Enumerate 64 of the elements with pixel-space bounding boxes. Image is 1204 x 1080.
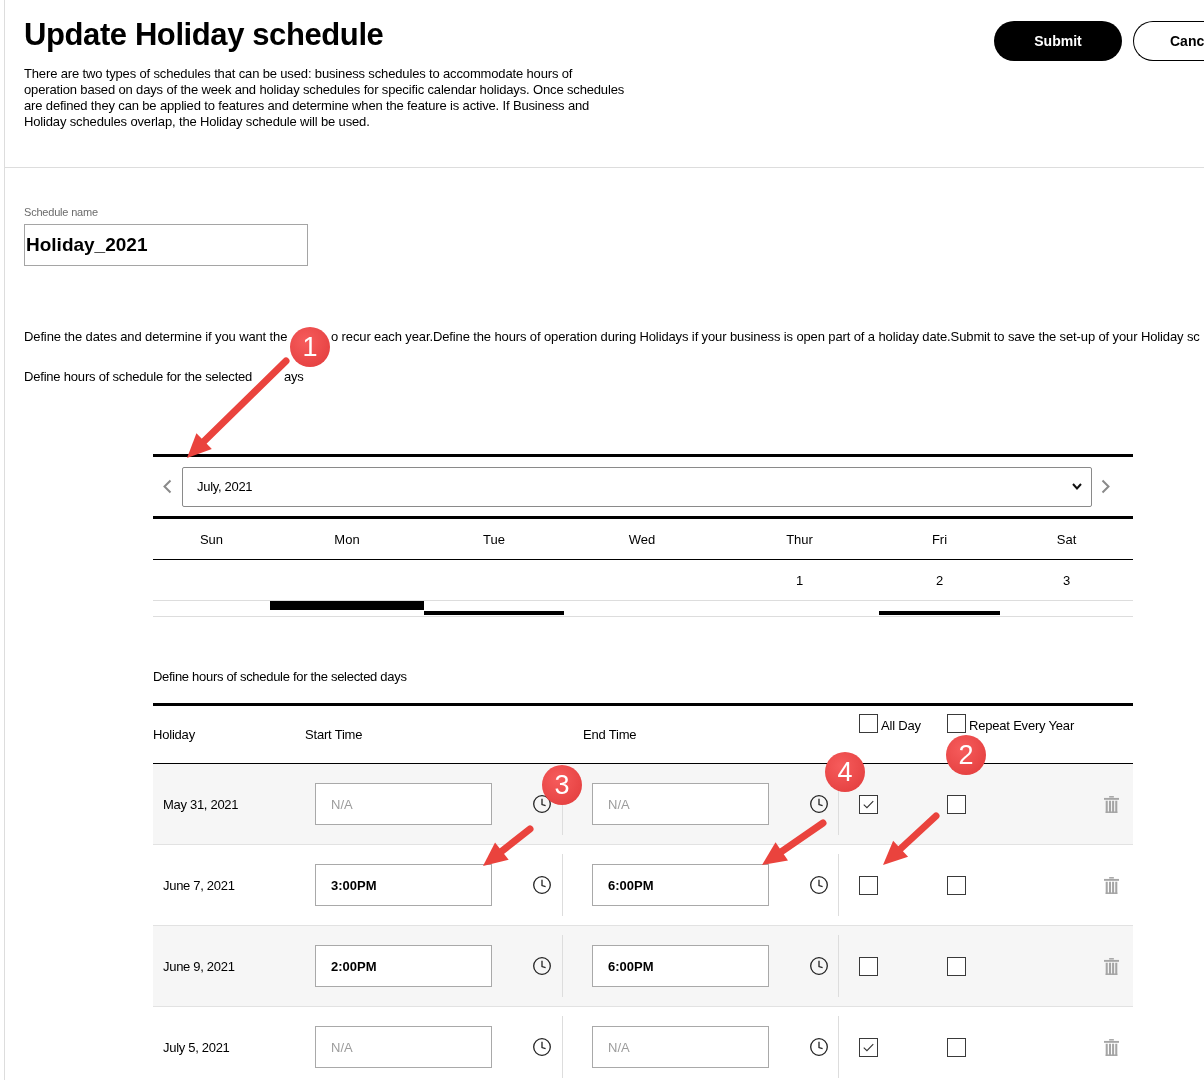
clock-icon[interactable] [533,795,551,813]
clock-icon[interactable] [810,795,828,813]
checkbox[interactable] [947,714,966,733]
callout-arrow [883,812,940,865]
column-header: Holiday [153,727,195,742]
calendar-date[interactable]: 3 [1062,572,1071,588]
holiday-date: June 7, 2021 [162,877,235,893]
weekday-label: Wed [628,531,656,547]
page-description: There are two types of schedules that can be used: business schedules to accommodate hours of operation based on days of the week and holiday schedules for specific calendar holidays. Once schedules are defined they can be applied to features and determine when the feature is active. If Business and Holiday schedules overlap, the Holiday schedule will be used. [24,66,625,130]
clock-icon[interactable] [533,1038,551,1056]
time-field[interactable]: 6:00PM [592,864,769,906]
cancel-button[interactable]: Canc [1133,21,1204,61]
clock-icon[interactable] [533,957,551,975]
calendar-date[interactable]: 2 [935,572,944,588]
instruction-text: ays [284,369,304,385]
holiday-date: May 31, 2021 [162,796,239,812]
schedule-name-field[interactable]: Holiday_2021 [24,224,308,266]
check-icon [863,1042,874,1052]
field-label: Schedule name [24,205,98,219]
clock-icon[interactable] [810,957,828,975]
weekday-label: Sat [1056,531,1077,547]
checkbox-label[interactable]: Repeat Every Year [969,718,1074,733]
weekday-label: Sun [199,531,224,547]
chevron-down-icon [1072,483,1082,490]
column-header: Start Time [305,727,363,742]
section-title: Define hours of schedule for the selected days [153,669,407,685]
time-field[interactable]: 6:00PM [592,945,769,987]
checkbox[interactable] [859,714,878,733]
instruction-text: Define the dates and determine if you want the [24,329,288,345]
checkbox[interactable] [859,794,878,814]
callout-badge: 1 [290,327,330,367]
time-field[interactable]: 3:00PM [315,864,492,906]
weekday-label: Fri [931,531,948,547]
chevron-left-icon[interactable] [163,479,172,494]
holiday-date: July 5, 2021 [162,1039,230,1055]
weekday-label: Tue [483,531,505,547]
clock-icon[interactable] [533,876,551,894]
checkbox[interactable] [947,794,966,814]
calendar-date[interactable]: 1 [795,572,804,588]
checkbox[interactable] [947,1037,966,1057]
instruction-text: o recur each year.Define the hours of operation during Holidays if your business is open part of a holiday date.Submit to save the set-up of your Holiday sc [331,329,1200,345]
checkbox[interactable] [859,1037,878,1057]
column-header: End Time [583,727,637,742]
checkbox[interactable] [859,956,878,976]
holiday-date: June 9, 2021 [162,958,235,974]
callout-arrow [483,825,534,866]
chevron-right-icon[interactable] [1101,479,1110,494]
month-select[interactable]: July, 2021 [182,466,1092,507]
weekday-label: Thur [786,531,813,547]
callout-arrow [762,819,827,865]
check-icon [863,799,874,809]
checkbox[interactable] [947,956,966,976]
checkbox[interactable] [859,875,878,895]
callout-badge: 4 [825,752,865,792]
page-title: Update Holiday schedule [24,16,384,54]
instruction-text: Define hours of schedule for the selected [24,369,253,385]
clock-icon[interactable] [810,876,828,894]
checkbox[interactable] [947,875,966,895]
checkbox-label[interactable]: All Day [881,718,921,733]
callout-badge: 2 [946,735,986,775]
time-field[interactable]: 2:00PM [315,945,492,987]
clock-icon[interactable] [810,1038,828,1056]
submit-button[interactable]: Submit [994,21,1122,61]
weekday-label: Mon [334,531,360,547]
